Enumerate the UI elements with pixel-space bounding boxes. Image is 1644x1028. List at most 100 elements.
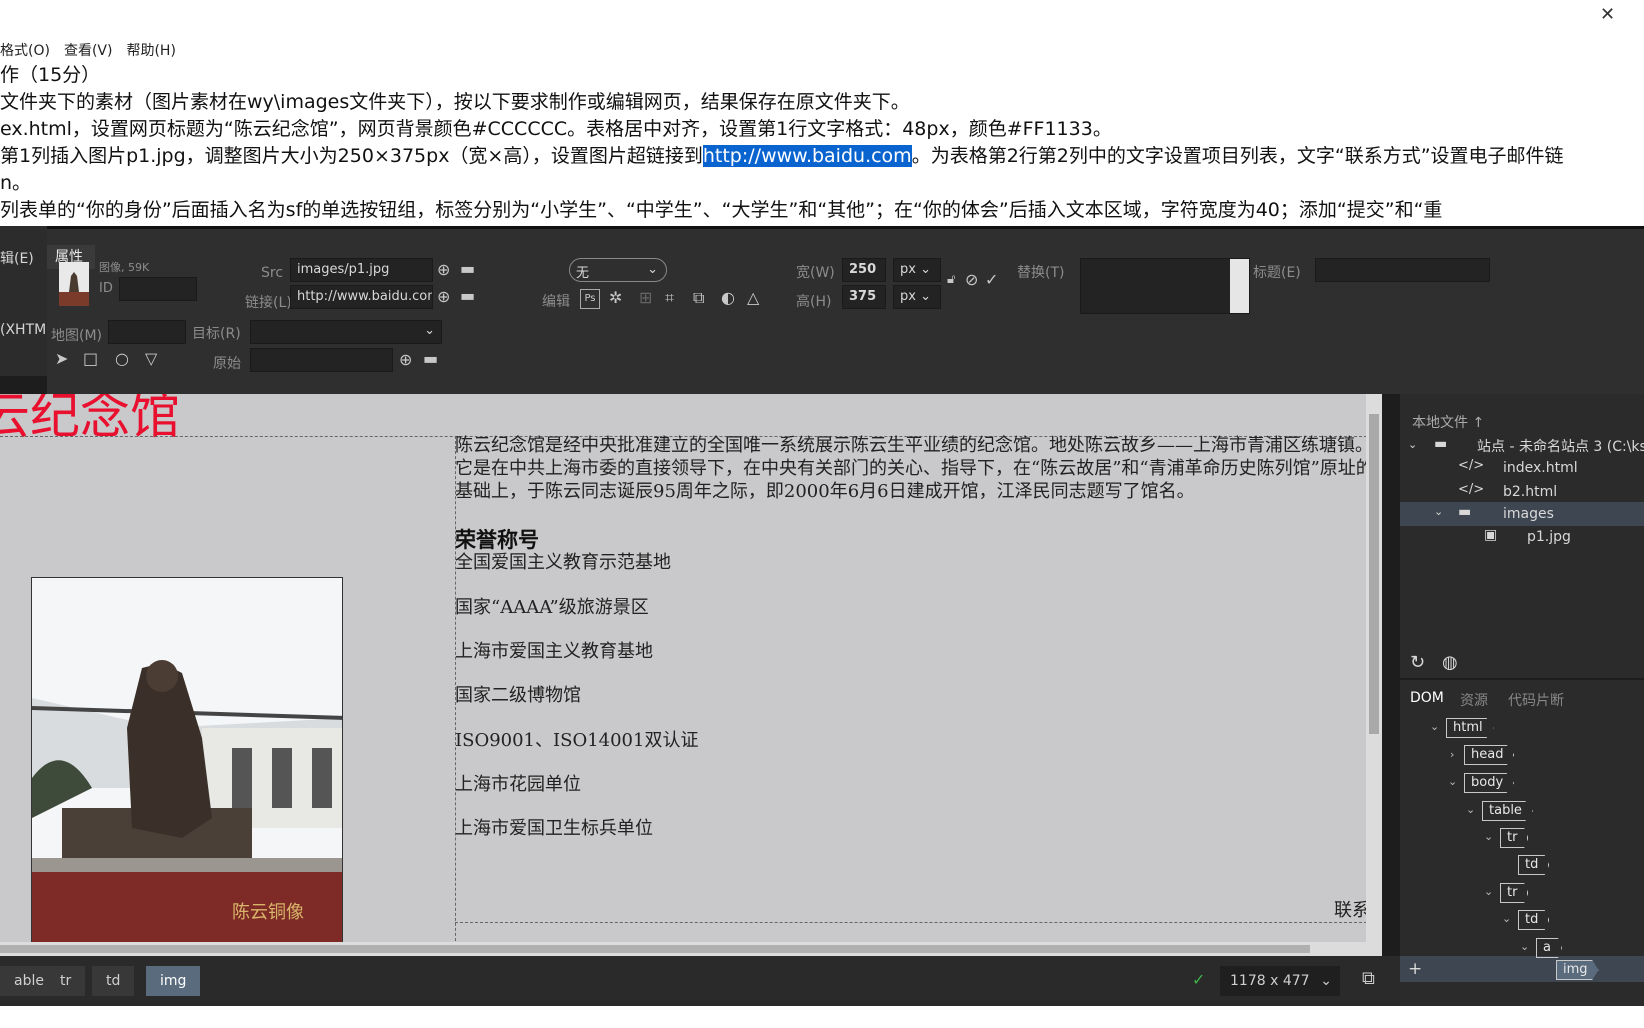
- dom-node-tr[interactable]: tr: [1500, 828, 1529, 848]
- chevron-down-icon[interactable]: ⌄: [1466, 803, 1475, 816]
- height-input[interactable]: 375: [842, 285, 886, 309]
- file-item[interactable]: index.html: [1503, 460, 1578, 476]
- chevron-down-icon[interactable]: ⌄: [1484, 830, 1493, 843]
- design-view[interactable]: 云纪念馆 陈云铜像 陈云纪念馆是经中央批准建立的全国唯一系统展示陈云生平业绩的纪…: [0, 394, 1382, 956]
- id-input[interactable]: [119, 277, 197, 301]
- tag-selector-img[interactable]: img: [146, 966, 201, 996]
- chevron-down-icon[interactable]: ⌄: [1430, 720, 1439, 733]
- menu-view[interactable]: 查看(V): [64, 40, 113, 62]
- text-run: 。为表格第2行第2列中的文字设置项目列表，文字“联系方式”设置电子邮件链: [911, 145, 1564, 167]
- files-panel: 本地文件 ↑ ⌄ ▬ 站点 - 未命名站点 3 (C:\ks </> index…: [1400, 394, 1644, 674]
- class-select[interactable]: 无 ⌄: [569, 258, 667, 282]
- menu-help[interactable]: 帮助(H): [126, 40, 175, 62]
- width-input[interactable]: 250: [842, 258, 886, 282]
- refresh-icon[interactable]: ↻: [1410, 652, 1425, 673]
- selected-image[interactable]: 陈云铜像: [31, 577, 343, 956]
- tag-selector-td[interactable]: td: [92, 966, 135, 996]
- file-item[interactable]: b2.html: [1503, 484, 1557, 500]
- point-to-file-icon[interactable]: ⊕: [437, 289, 450, 305]
- text-area[interactable]: 作（15分） 文件夹下的素材（图片素材在wy\images文件夹下），按以下要求…: [0, 62, 1644, 251]
- globe-icon[interactable]: ◍: [1442, 652, 1458, 673]
- settings-icon[interactable]: ✲: [609, 290, 622, 306]
- chevron-right-icon[interactable]: ›: [1450, 748, 1454, 761]
- live-view-icon[interactable]: ⧉: [1362, 968, 1375, 989]
- folder-icon[interactable]: ▬: [460, 288, 475, 304]
- height-unit-select[interactable]: px ⌄: [893, 285, 941, 309]
- chevron-down-icon[interactable]: ⌄: [1520, 940, 1529, 953]
- reset-size-icon[interactable]: ⊘: [965, 272, 978, 288]
- image-label: 图像, 59K: [99, 261, 150, 274]
- height-unit: px: [900, 289, 916, 304]
- photoshop-edit-icon[interactable]: Ps: [580, 289, 600, 309]
- folder-item[interactable]: images: [1503, 506, 1554, 522]
- chevron-down-icon[interactable]: ⌄: [1448, 775, 1457, 788]
- rect-hotspot-icon[interactable]: □: [83, 351, 98, 367]
- dom-node-td[interactable]: td: [1518, 910, 1550, 930]
- scrollbar[interactable]: [1230, 259, 1249, 313]
- polygon-hotspot-icon[interactable]: ▽: [145, 351, 157, 367]
- horizontal-scrollbar[interactable]: [0, 942, 1366, 956]
- chevron-down-icon: ⌄: [920, 289, 931, 304]
- honor-item: 全国爱国主义教育示范基地: [455, 552, 671, 573]
- selected-row: [1400, 956, 1644, 982]
- chevron-down-icon[interactable]: ⌄: [1408, 438, 1417, 451]
- dom-node-table[interactable]: table: [1482, 801, 1533, 821]
- site-root[interactable]: 站点 - 未命名站点 3 (C:\ks: [1477, 436, 1644, 456]
- selected-text: http://www.baidu.com: [702, 145, 912, 167]
- dom-node-html[interactable]: html: [1446, 718, 1494, 738]
- link-input[interactable]: http://www.baidu.com: [290, 285, 433, 309]
- title-input[interactable]: [1315, 258, 1490, 282]
- tag-selector-tr[interactable]: tr: [46, 966, 86, 996]
- vertical-scrollbar[interactable]: [1366, 394, 1382, 956]
- commit-icon[interactable]: ✓: [985, 272, 998, 288]
- chevron-down-icon[interactable]: ⌄: [1484, 885, 1493, 898]
- chevron-down-icon: ⌄: [1320, 973, 1332, 989]
- dom-node-tr[interactable]: tr: [1500, 883, 1529, 903]
- alt-textarea[interactable]: [1080, 258, 1250, 314]
- add-icon[interactable]: +: [1408, 959, 1422, 979]
- folder-icon[interactable]: ▬: [460, 261, 475, 277]
- lock-icon[interactable]: 🔓︎: [947, 272, 955, 288]
- point-to-file-icon[interactable]: ⊕: [399, 352, 412, 368]
- page-heading: 云纪念馆: [0, 394, 180, 445]
- menu-edit[interactable]: 辑(E): [0, 248, 34, 268]
- code-file-icon: </>: [1458, 482, 1485, 497]
- code-file-icon: </>: [1458, 458, 1485, 473]
- tab-dom[interactable]: DOM: [1410, 690, 1444, 706]
- map-label: 地图(M): [51, 328, 103, 344]
- scroll-thumb[interactable]: [0, 945, 1310, 953]
- dom-node-head[interactable]: head: [1464, 745, 1515, 765]
- folder-icon: ▬: [1458, 504, 1472, 520]
- dom-node-body[interactable]: body: [1464, 773, 1515, 793]
- honor-item: ISO9001、ISO14001双认证: [455, 730, 699, 751]
- folder-icon[interactable]: ▬: [423, 351, 438, 367]
- pointer-hotspot-icon[interactable]: ➤: [55, 351, 68, 367]
- target-select[interactable]: ⌄: [250, 320, 442, 344]
- circle-hotspot-icon[interactable]: ○: [115, 351, 129, 367]
- resample-icon[interactable]: ⧉: [693, 290, 704, 306]
- map-input[interactable]: [108, 320, 186, 344]
- menu-format[interactable]: 格式(O): [0, 40, 50, 62]
- dom-node-td[interactable]: td: [1518, 855, 1550, 875]
- close-icon[interactable]: ✕: [1600, 4, 1615, 25]
- tab-snippets[interactable]: 代码片断: [1508, 690, 1564, 710]
- dom-node-img[interactable]: img: [1556, 960, 1599, 980]
- point-to-file-icon[interactable]: ⊕: [437, 262, 450, 278]
- sharpen-icon[interactable]: △: [747, 290, 759, 306]
- dom-node-a[interactable]: a: [1536, 938, 1562, 958]
- text-line: 列表单的“你的身份”后面插入名为sf的单选按钮组，标签分别为“小学生”、“中学生…: [0, 199, 1443, 221]
- files-toolbar: ↻ ◍: [1400, 648, 1644, 678]
- original-input[interactable]: [250, 348, 393, 372]
- src-input[interactable]: images/p1.jpg: [290, 258, 433, 282]
- file-item[interactable]: p1.jpg: [1527, 529, 1571, 545]
- intro-paragraph: 陈云纪念馆是经中央批准建立的全国唯一系统展示陈云生平业绩的纪念馆。地处陈云故乡—…: [455, 435, 1374, 502]
- scroll-thumb[interactable]: [1369, 414, 1379, 734]
- tab-assets[interactable]: 资源: [1460, 690, 1488, 710]
- chevron-down-icon[interactable]: ⌄: [1502, 912, 1511, 925]
- crop-icon[interactable]: ⌗: [665, 290, 674, 306]
- chevron-down-icon[interactable]: ⌄: [1434, 505, 1443, 518]
- brightness-icon[interactable]: ◐: [721, 290, 735, 306]
- window-size-select[interactable]: 1178 x 477 ⌄: [1220, 966, 1340, 996]
- width-unit-select[interactable]: px ⌄: [893, 258, 941, 282]
- local-files-label[interactable]: 本地文件 ↑: [1412, 412, 1484, 432]
